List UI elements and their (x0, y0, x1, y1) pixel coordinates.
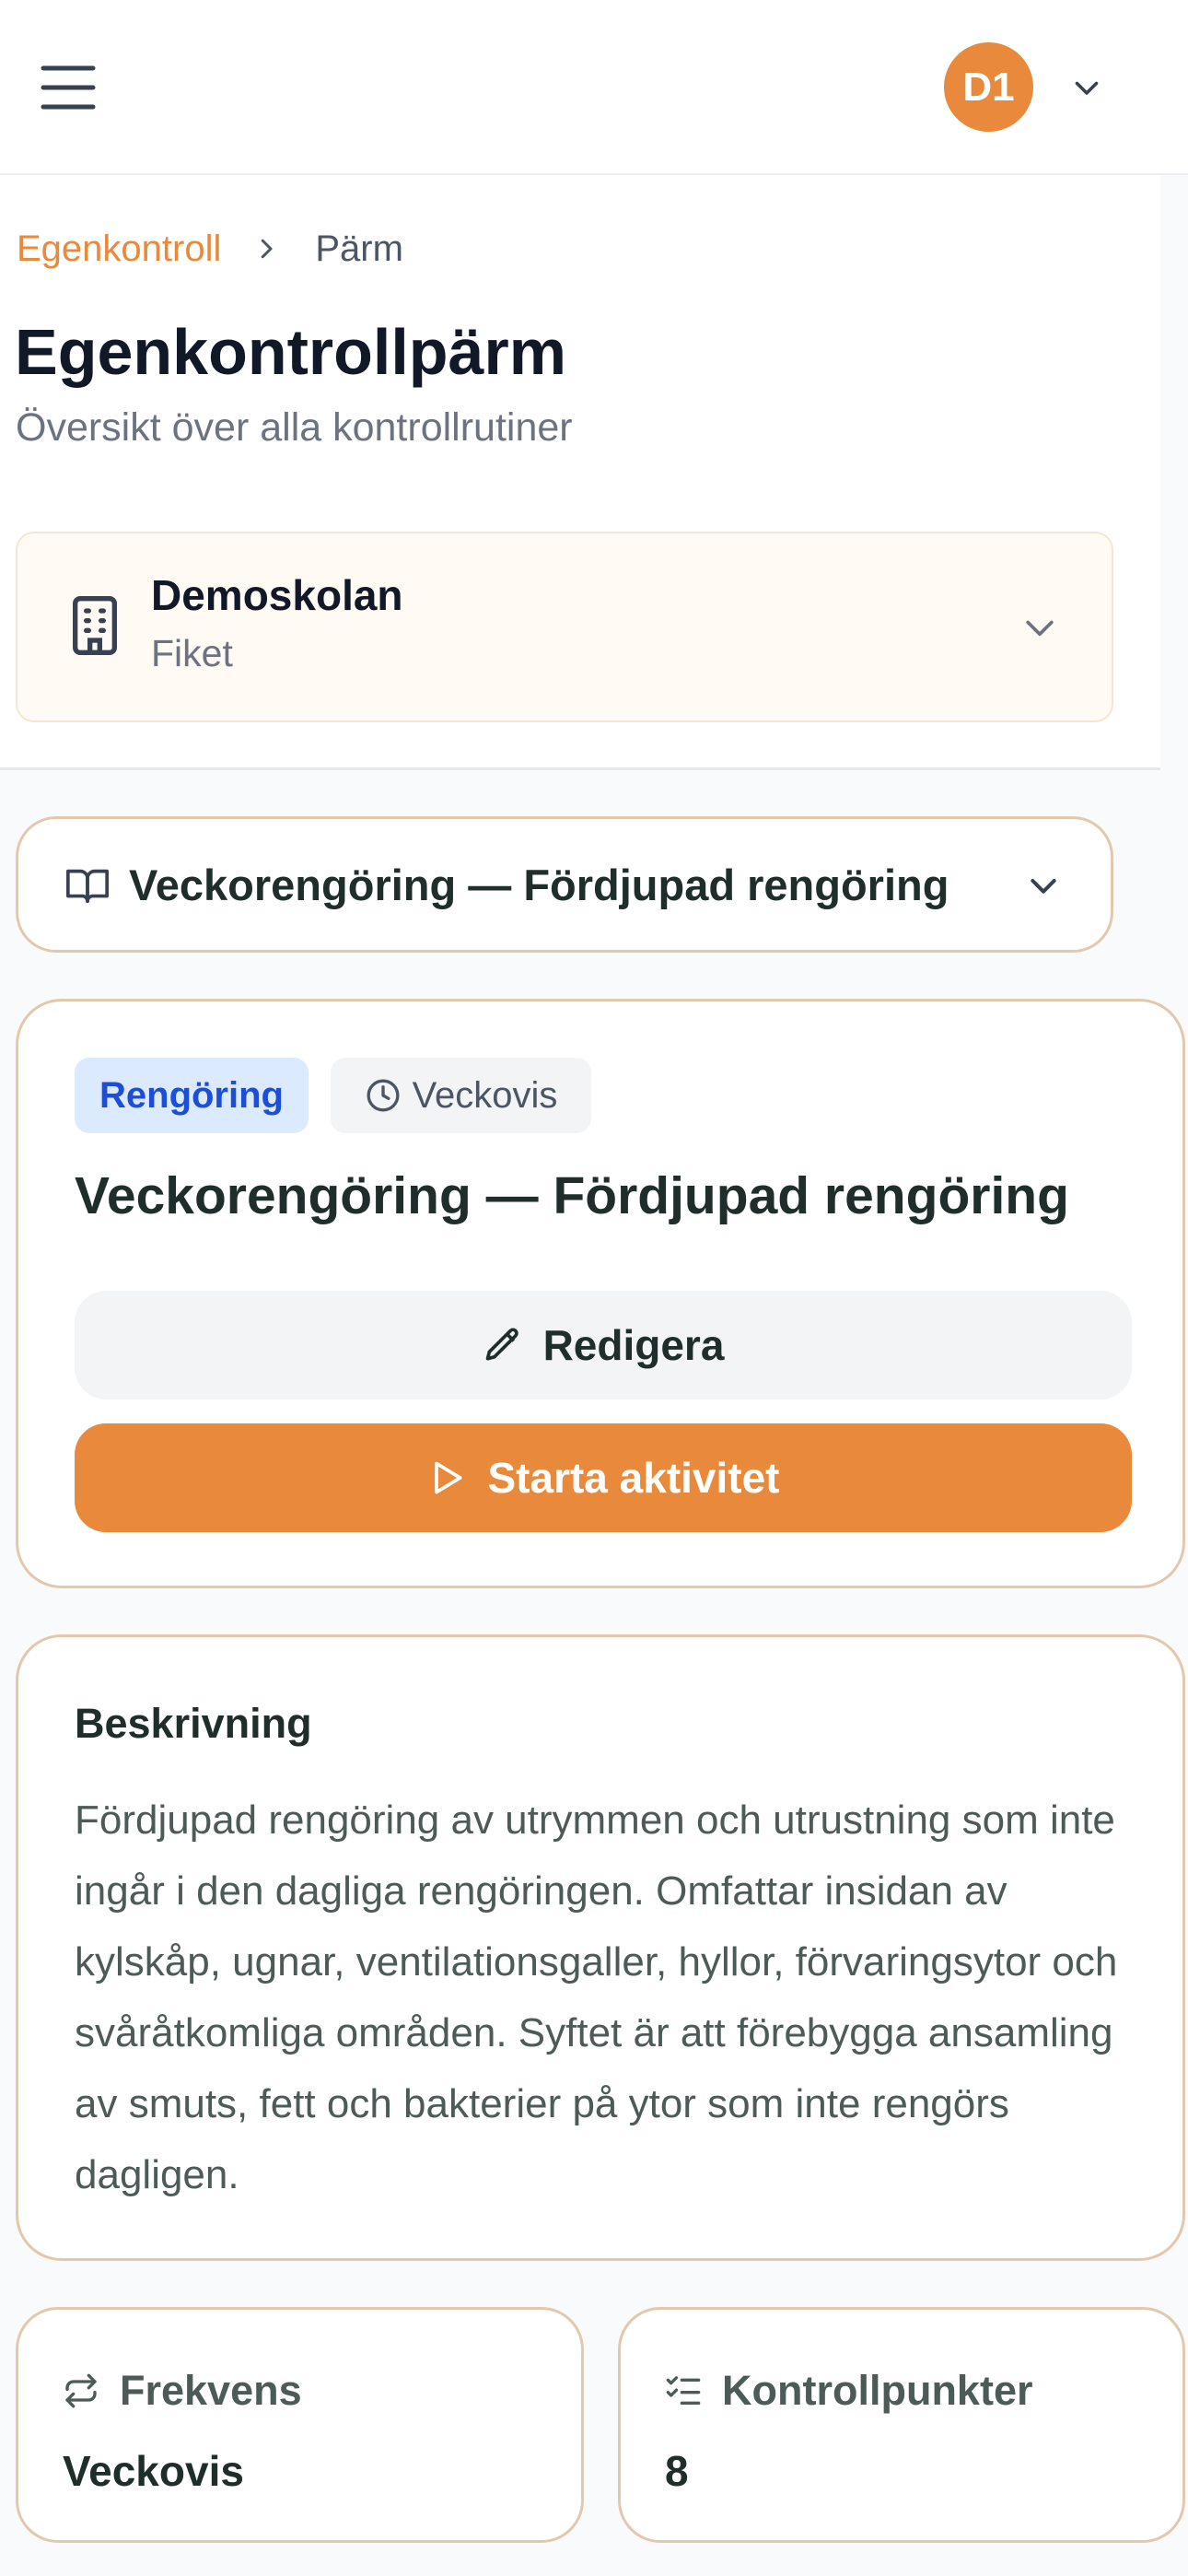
start-activity-label: Starta aktivitet (487, 1454, 780, 1502)
clock-icon (365, 1077, 402, 1114)
chevron-right-icon (252, 235, 280, 263)
user-avatar[interactable]: D1 (944, 42, 1033, 132)
frequency-stat-value: Veckovis (63, 2447, 244, 2495)
routine-title: Veckorengöring — Fördjupad rengöring (75, 1166, 1069, 1225)
frequency-badge: Veckovis (331, 1058, 591, 1133)
description-card: Beskrivning Fördjupad rengöring av utrym… (16, 1634, 1185, 2261)
building-icon (65, 593, 124, 658)
checkpoints-stat-label: Kontrollpunkter (722, 2367, 1033, 2414)
hamburger-menu-icon[interactable] (41, 63, 96, 112)
frequency-stat-label: Frekvens (120, 2367, 302, 2414)
location-unit: Fiket (151, 632, 233, 674)
routine-selector[interactable]: Veckorengöring — Fördjupad rengöring (16, 816, 1113, 953)
start-activity-button[interactable]: Starta aktivitet (75, 1423, 1132, 1532)
frequency-stat-card: Frekvens Veckovis (16, 2307, 584, 2543)
repeat-icon (63, 2372, 99, 2409)
category-badge: Rengöring (75, 1058, 309, 1133)
pencil-icon (483, 1325, 523, 1365)
routine-card: Rengöring Veckovis Veckorengöring — Förd… (16, 999, 1185, 1588)
location-name: Demoskolan (151, 571, 403, 619)
checkpoints-stat-card: Kontrollpunkter 8 (618, 2307, 1185, 2543)
book-open-icon (64, 865, 111, 906)
chevron-down-icon (1025, 867, 1062, 904)
edit-button[interactable]: Redigera (75, 1291, 1132, 1399)
breadcrumb: Egenkontroll Pärm (17, 226, 403, 272)
page-subtitle: Översikt över alla kontrollrutiner (16, 405, 573, 450)
frequency-badge-label: Veckovis (412, 1074, 558, 1116)
location-selector[interactable]: Demoskolan Fiket (16, 532, 1113, 722)
breadcrumb-link-egenkontroll[interactable]: Egenkontroll (17, 228, 221, 270)
list-checks-icon (665, 2372, 702, 2409)
top-bar: D1 (0, 0, 1188, 175)
page-header: Egenkontroll Pärm Egenkontrollpärm Övers… (0, 175, 1160, 770)
edit-button-label: Redigera (542, 1321, 725, 1369)
page-title: Egenkontrollpärm (15, 316, 566, 388)
checkpoints-stat-value: 8 (665, 2447, 689, 2495)
chevron-down-icon (1019, 607, 1060, 648)
play-icon (426, 1458, 467, 1498)
routine-selector-label: Veckorengöring — Fördjupad rengöring (129, 861, 949, 909)
breadcrumb-current: Pärm (315, 228, 403, 269)
description-text: Fördjupad rengöring av utrymmen och utru… (75, 1797, 1118, 2197)
chevron-down-icon[interactable] (1070, 71, 1103, 104)
description-heading: Beskrivning (75, 1700, 312, 1747)
